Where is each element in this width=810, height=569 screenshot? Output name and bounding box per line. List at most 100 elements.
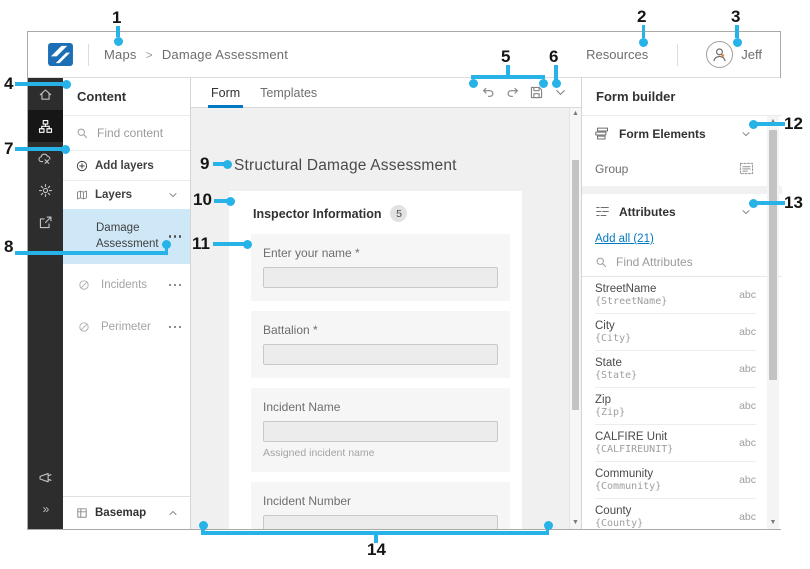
chevron-up-icon[interactable] [167,507,179,519]
find-content-input[interactable] [95,125,177,141]
form-field-card[interactable]: Enter your name * [251,234,510,301]
field-input[interactable] [263,267,498,288]
tab-templates[interactable]: Templates [250,78,327,108]
search-icon [76,127,88,139]
field-input[interactable] [263,515,498,529]
chevron-down-icon [553,85,568,100]
attribute-field-code: {County} [595,518,643,529]
group-label: Inspector Information [253,207,381,221]
user-name[interactable]: Jeff [741,47,762,62]
header-divider [88,44,89,66]
attribute-name: Community [595,468,661,480]
nav-expand-button[interactable]: » [28,493,63,525]
layers-section-header[interactable]: Layers [63,181,190,209]
share-export-icon [38,215,53,230]
form-builder-body: Form Elements Group [582,116,782,529]
chevron-down-icon[interactable] [740,128,752,140]
string-type-icon: abc [739,289,756,301]
resources-link[interactable]: Resources [586,47,648,62]
chevron-down-icon[interactable] [167,189,179,201]
scrollbar-thumb[interactable] [572,160,579,410]
attribute-row[interactable]: StreetName {StreetName} abc [595,277,756,314]
layer-name: Incidents [101,279,147,291]
scroll-down-arrow[interactable]: ▼ [570,518,581,528]
find-attributes-input[interactable] [614,254,719,270]
overflow-menu-icon[interactable] [169,322,182,333]
attribute-row[interactable]: County {County} abc [595,499,756,529]
group-element-icon [739,161,754,176]
form-title[interactable]: Structural Damage Assessment [234,157,457,175]
layer-item-incidents[interactable]: Incidents [63,264,190,306]
add-layers-button[interactable]: Add layers [63,151,190,181]
form-field-card[interactable]: Incident Name Assigned incident name [251,388,510,472]
breadcrumb-separator: > [146,48,153,62]
chevron-down-icon[interactable] [740,206,752,218]
attributes-icon [595,204,610,219]
group-header[interactable]: Inspector Information 5 [253,205,498,222]
attribute-field-code: {Zip} [595,407,625,418]
nav-offline-button[interactable] [28,142,63,174]
nav-feedback-button[interactable] [28,461,63,493]
content-panel-title: Content [63,78,190,116]
attribute-row[interactable]: City {City} abc [595,314,756,351]
attribute-row[interactable]: State {State} abc [595,351,756,388]
nav-settings-button[interactable] [28,174,63,206]
user-avatar[interactable] [706,41,733,68]
overflow-menu-icon[interactable] [169,231,182,242]
nav-share-button[interactable] [28,206,63,238]
layer-item-perimeter[interactable]: Perimeter [63,306,190,348]
cloud-offline-icon [38,151,53,166]
visibility-off-icon [78,279,90,291]
layer-item-damage-assessment[interactable]: Damage Assessment [63,209,190,264]
nav-layers-button[interactable] [28,110,63,142]
form-elements-icon [595,126,610,141]
attribute-name: County [595,505,643,517]
scrollbar-thumb[interactable] [769,130,777,380]
field-input[interactable] [263,344,498,365]
attribute-row[interactable]: Community {Community} abc [595,462,756,499]
string-type-icon: abc [739,326,756,338]
basemap-label: Basemap [95,507,146,519]
form-builder-title: Form builder [582,78,782,116]
attribute-row[interactable]: Zip {Zip} abc [595,388,756,425]
string-type-icon: abc [739,474,756,486]
undo-button[interactable] [481,85,496,100]
basemap-section-header[interactable]: Basemap [63,496,190,529]
attribute-field-code: {StreetName} [595,296,667,307]
scroll-up-arrow[interactable]: ▲ [767,117,779,127]
form-elements-label: Form Elements [619,127,706,141]
add-all-link[interactable]: Add all (21) [595,233,654,245]
annotation-2-number: 2 [637,8,646,25]
form-canvas: Structural Damage Assessment Inspector I… [191,108,581,529]
breadcrumb-maps[interactable]: Maps [104,47,137,62]
annotation-14-number: 14 [367,541,386,558]
field-input[interactable] [263,421,498,442]
find-attributes-search[interactable] [582,247,782,277]
annotation-4-number: 4 [4,75,13,92]
group-element-item[interactable]: Group [582,151,782,186]
attribute-row[interactable]: CALFIRE Unit {CALFIREUNIT} abc [595,425,756,462]
save-button[interactable] [529,85,544,100]
redo-button[interactable] [505,85,520,100]
scroll-down-arrow[interactable]: ▼ [767,518,779,528]
sitemap-icon [38,119,53,134]
plus-circle-icon [76,160,88,172]
nav-home-button[interactable] [28,78,63,110]
attributes-section-header[interactable]: Attributes [582,194,782,229]
search-icon [595,256,607,268]
builder-scrollbar[interactable]: ▲ ▼ [767,116,779,529]
scroll-up-arrow[interactable]: ▲ [570,109,581,119]
arcgis-logo [48,43,73,66]
find-content-search[interactable] [63,116,190,151]
group-count-badge: 5 [390,205,407,222]
tab-form[interactable]: Form [201,78,250,108]
form-field-card[interactable]: Battalion * [251,311,510,378]
form-field-card[interactable]: Incident Number Assigned incident number [251,482,510,529]
home-icon [38,87,53,102]
overflow-menu-icon[interactable] [169,280,182,291]
screenshot-stage: Maps > Damage Assessment Resources Jeff [0,0,810,569]
form-elements-section-header[interactable]: Form Elements [582,116,782,151]
form-canvas-scrollbar[interactable]: ▲ ▼ [569,108,581,529]
more-options-button[interactable] [553,85,568,100]
double-chevron-right-icon: » [43,502,49,516]
